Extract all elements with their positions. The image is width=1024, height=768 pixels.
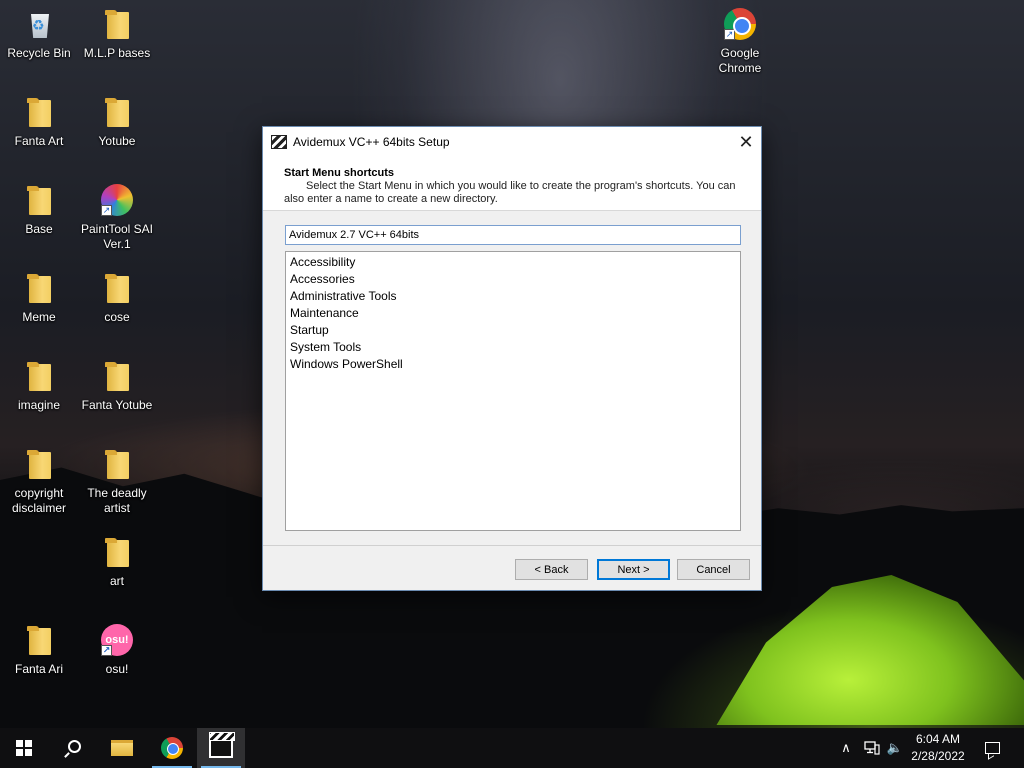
network-button[interactable]: [860, 728, 884, 768]
desktop-icon-label: The deadly artist: [87, 486, 147, 515]
dialog-header: Start Menu shortcuts Select the Start Me…: [263, 157, 761, 211]
taskbar-file-explorer[interactable]: [98, 728, 146, 768]
folder-list-item[interactable]: Accessibility: [290, 254, 736, 271]
folder-icon: [101, 96, 133, 128]
folder-icon: [101, 360, 133, 392]
desktop-icon-meme[interactable]: Meme: [1, 272, 77, 325]
file-explorer-icon: [111, 740, 133, 756]
folder-icon: [101, 272, 133, 304]
shortcut-arrow-icon: ↗: [101, 205, 112, 216]
search-icon: [67, 739, 81, 753]
start-menu-folder-list[interactable]: Accessibility Accessories Administrative…: [285, 251, 741, 531]
network-icon: [864, 741, 880, 755]
folder-icon: [101, 536, 133, 568]
folder-list-item[interactable]: Windows PowerShell: [290, 356, 736, 373]
back-button[interactable]: < Back: [515, 559, 588, 580]
folder-icon: [23, 272, 55, 304]
desktop-icon-the-deadly-artist[interactable]: The deadly artist: [79, 448, 155, 516]
desktop-icon-label: copyright disclaimer: [11, 486, 66, 515]
desktop-icon-label: Fanta Yotube: [81, 398, 153, 412]
desktop-icon-fanta-yotube[interactable]: Fanta Yotube: [79, 360, 155, 413]
desktop-icon-imagine[interactable]: imagine: [1, 360, 77, 413]
desktop-icon-fanta-ari[interactable]: Fanta Ari: [1, 624, 77, 677]
next-button[interactable]: Next >: [597, 559, 670, 580]
folder-list-item[interactable]: System Tools: [290, 339, 736, 356]
desktop-icon-label: M.L.P bases: [83, 46, 151, 60]
shortcut-arrow-icon: ↗: [101, 645, 112, 656]
desktop-icon-label: Fanta Art: [14, 134, 64, 148]
osu-icon: osu! ↗: [101, 624, 133, 656]
desktop-icon-base[interactable]: Base: [1, 184, 77, 237]
footer-divider: [263, 545, 761, 546]
close-button[interactable]: ✕: [731, 127, 761, 157]
desktop-icon-label: Meme: [22, 310, 56, 324]
taskbar: ∧ 🔈 6:04 AM 2/28/2022: [0, 728, 1024, 768]
folder-list-item[interactable]: Maintenance: [290, 305, 736, 322]
desktop-icon-google-chrome[interactable]: ↗ Google Chrome: [702, 8, 778, 76]
desktop-icon-painttool-sai[interactable]: ↗ PaintTool SAI Ver.1: [79, 184, 155, 252]
desktop-icon-label: imagine: [17, 398, 61, 412]
dialog-titlebar[interactable]: Avidemux VC++ 64bits Setup ✕: [263, 127, 761, 157]
start-menu-folder-input[interactable]: [285, 225, 741, 245]
volume-button[interactable]: 🔈: [884, 728, 906, 768]
desktop-icon-label: osu!: [105, 662, 129, 676]
taskbar-chrome[interactable]: [148, 728, 196, 768]
avidemux-icon: [209, 732, 235, 758]
header-description-line-1: Select the Start Menu in which you would…: [306, 180, 736, 192]
chrome-icon: ↗: [724, 8, 756, 40]
painttool-sai-icon: ↗: [101, 184, 133, 216]
taskbar-clock[interactable]: 6:04 AM 2/28/2022: [904, 731, 972, 765]
clock-time: 6:04 AM: [915, 732, 961, 746]
folder-list-item[interactable]: Administrative Tools: [290, 288, 736, 305]
header-description-line-2: also enter a name to create a new direct…: [284, 193, 498, 205]
desktop-icon-label: Yotube: [98, 134, 136, 148]
chrome-icon: [161, 737, 183, 759]
clock-date: 2/28/2022: [911, 749, 965, 763]
folder-icon: [23, 96, 55, 128]
taskbar-search-button[interactable]: [48, 728, 96, 768]
dialog-title: Avidemux VC++ 64bits Setup: [293, 135, 450, 149]
show-hidden-icons-button[interactable]: ∧: [836, 728, 856, 768]
header-description: Select the Start Menu in which you would…: [284, 180, 739, 206]
action-center-button[interactable]: [978, 728, 1006, 768]
start-icon: [16, 740, 32, 756]
folder-icon: [101, 448, 133, 480]
desktop-icon-label: cose: [104, 310, 130, 324]
desktop-icon-label: Recycle Bin: [7, 46, 71, 60]
avidemux-icon: [271, 135, 287, 149]
desktop-icon-label: art: [109, 574, 124, 588]
shortcut-arrow-icon: ↗: [724, 29, 735, 40]
header-title: Start Menu shortcuts: [284, 167, 395, 179]
desktop-icon-cose[interactable]: cose: [79, 272, 155, 325]
desktop-icon-copyright-disclaimer[interactable]: copyright disclaimer: [1, 448, 77, 516]
cancel-button[interactable]: Cancel: [677, 559, 750, 580]
folder-list-item[interactable]: Accessories: [290, 271, 736, 288]
recycle-bin-icon: [23, 8, 55, 40]
notification-icon: [984, 742, 1000, 754]
chevron-up-icon: ∧: [841, 740, 851, 755]
desktop-icon-yotube[interactable]: Yotube: [79, 96, 155, 149]
setup-dialog: Avidemux VC++ 64bits Setup ✕ Start Menu …: [262, 126, 762, 591]
folder-icon: [23, 360, 55, 392]
desktop-icon-fanta-art[interactable]: Fanta Art: [1, 96, 77, 149]
folder-icon: [23, 448, 55, 480]
desktop-icon-label: Google Chrome: [718, 46, 762, 75]
desktop-icon-label: Base: [25, 222, 53, 236]
start-button[interactable]: [0, 728, 48, 768]
taskbar-avidemux-setup[interactable]: [197, 728, 245, 768]
desktop-icon-label: PaintTool SAI Ver.1: [80, 222, 154, 251]
desktop-icon-osu[interactable]: osu! ↗ osu!: [79, 624, 155, 677]
folder-icon: [23, 624, 55, 656]
desktop-icon-mlp-bases[interactable]: M.L.P bases: [79, 8, 155, 61]
desktop-icon-art[interactable]: art: [79, 536, 155, 589]
desktop-icon-recycle-bin[interactable]: Recycle Bin: [1, 8, 77, 61]
folder-icon: [101, 8, 133, 40]
desktop-icon-label: Fanta Ari: [14, 662, 64, 676]
volume-icon: 🔈: [886, 740, 904, 755]
folder-icon: [23, 184, 55, 216]
folder-list-item[interactable]: Startup: [290, 322, 736, 339]
